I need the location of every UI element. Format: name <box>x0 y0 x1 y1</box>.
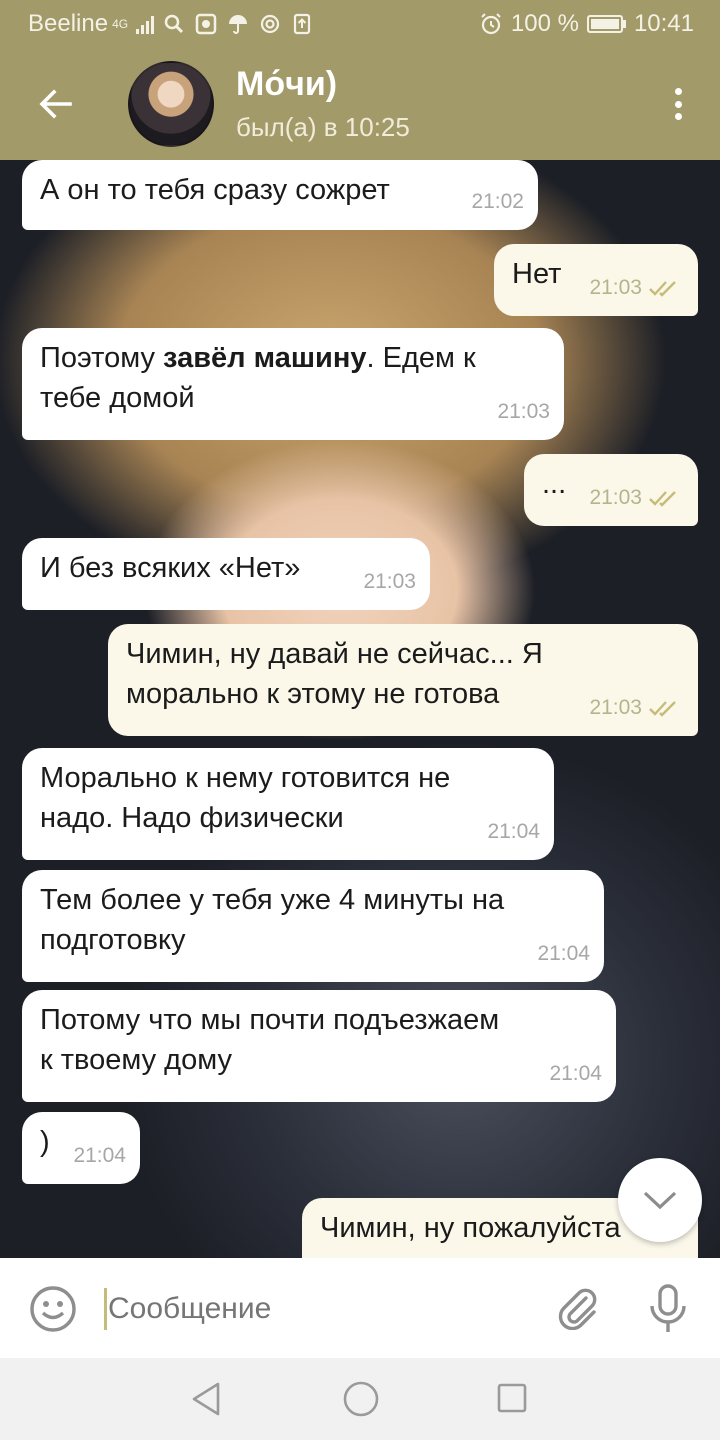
message-text: А он то тебя сразу сожрет <box>40 174 390 206</box>
chat-area[interactable]: А он то тебя сразу сожрет 21:02 Нет 21:0… <box>0 160 720 1258</box>
scroll-down-button[interactable] <box>618 1158 702 1242</box>
message-text: Поэтому завёл машину. Едем к тебе домой <box>40 338 546 418</box>
at-sign-icon <box>258 12 282 36</box>
microphone-icon[interactable] <box>646 1284 690 1334</box>
message-incoming[interactable]: А он то тебя сразу сожрет 21:02 <box>22 160 538 230</box>
arrow-left-icon <box>39 89 72 119</box>
status-bar-right: 100 % 10:41 <box>479 10 694 38</box>
alarm-icon <box>479 12 503 36</box>
text-cursor <box>104 1288 107 1330</box>
upload-icon <box>290 12 314 36</box>
battery-percent: 100 % <box>510 10 579 37</box>
message-input[interactable] <box>108 1286 528 1332</box>
message-time: 21:02 <box>471 190 524 213</box>
chat-header: Мо́чи) был(а) в 10:25 <box>0 48 720 160</box>
message-text: Тем более у тебя уже 4 минуты на подгото… <box>40 884 505 956</box>
double-check-icon <box>649 701 676 717</box>
message-text: И без всяких «Нет» <box>40 552 301 584</box>
message-text: Потому что мы почти подъезжаем к твоему … <box>40 1004 500 1076</box>
status-bar: Beeline 4G 100 % 10:41 <box>0 0 720 48</box>
system-navigation-bar <box>0 1358 720 1440</box>
message-text: Морально к нему готовится не надо. Надо … <box>40 762 451 834</box>
nav-recent-apps-icon[interactable] <box>496 1382 528 1414</box>
carrier-label: Beeline <box>28 10 109 37</box>
network-type-label: 4G <box>112 17 129 31</box>
nav-back-icon[interactable] <box>188 1380 224 1418</box>
message-incoming[interactable]: Поэтому завёл машину. Едем к тебе домой … <box>22 328 564 440</box>
last-seen-status: был(а) в 10:25 <box>236 112 410 142</box>
message-incoming[interactable]: ) 21:04 <box>22 1112 140 1184</box>
paperclip-icon[interactable] <box>556 1286 600 1330</box>
message-time: 21:04 <box>487 820 540 843</box>
message-outgoing[interactable]: Чимин, ну давай не сейчас... Я морально … <box>108 624 698 736</box>
message-time: 21:03 <box>589 276 642 299</box>
message-text-part: Поэтому <box>40 342 164 374</box>
message-incoming[interactable]: Морально к нему готовится не надо. Надо … <box>22 748 554 860</box>
back-button[interactable] <box>0 48 112 160</box>
umbrella-icon <box>226 12 250 36</box>
message-time: 21:04 <box>537 942 590 965</box>
status-bar-left: Beeline 4G <box>28 10 314 38</box>
message-time: 21:04 <box>549 1062 602 1085</box>
chat-title: Мо́чи) <box>236 65 338 103</box>
message-time: 21:04 <box>73 1144 126 1167</box>
message-incoming[interactable]: Тем более у тебя уже 4 минуты на подгото… <box>22 870 604 982</box>
message-outgoing[interactable]: Нет 21:03 <box>494 244 698 316</box>
smile-icon[interactable] <box>28 1284 78 1334</box>
composer <box>0 1258 720 1358</box>
nav-home-icon[interactable] <box>342 1380 380 1418</box>
chat-info[interactable]: Мо́чи) был(а) в 10:25 <box>236 64 410 144</box>
battery-icon <box>586 15 626 33</box>
message-time: 21:03 <box>363 570 416 593</box>
message-outgoing[interactable]: ... 21:03 <box>524 454 698 526</box>
gallery-notification-icon <box>194 12 218 36</box>
double-check-icon <box>649 491 676 507</box>
message-time: 21:03 <box>589 696 642 719</box>
avatar[interactable] <box>128 61 214 147</box>
message-time: 21:03 <box>497 400 550 423</box>
more-vertical-icon[interactable] <box>666 84 690 124</box>
message-incoming[interactable]: Потому что мы почти подъезжаем к твоему … <box>22 990 616 1102</box>
signal-icon <box>136 14 155 34</box>
message-text-bold: завёл машину <box>163 342 367 374</box>
double-check-icon <box>649 281 676 297</box>
message-incoming[interactable]: И без всяких «Нет» 21:03 <box>22 538 430 610</box>
search-notification-icon <box>162 12 186 36</box>
clock: 10:41 <box>633 10 694 37</box>
message-time: 21:03 <box>589 486 642 509</box>
chevron-down-icon <box>643 1191 677 1210</box>
